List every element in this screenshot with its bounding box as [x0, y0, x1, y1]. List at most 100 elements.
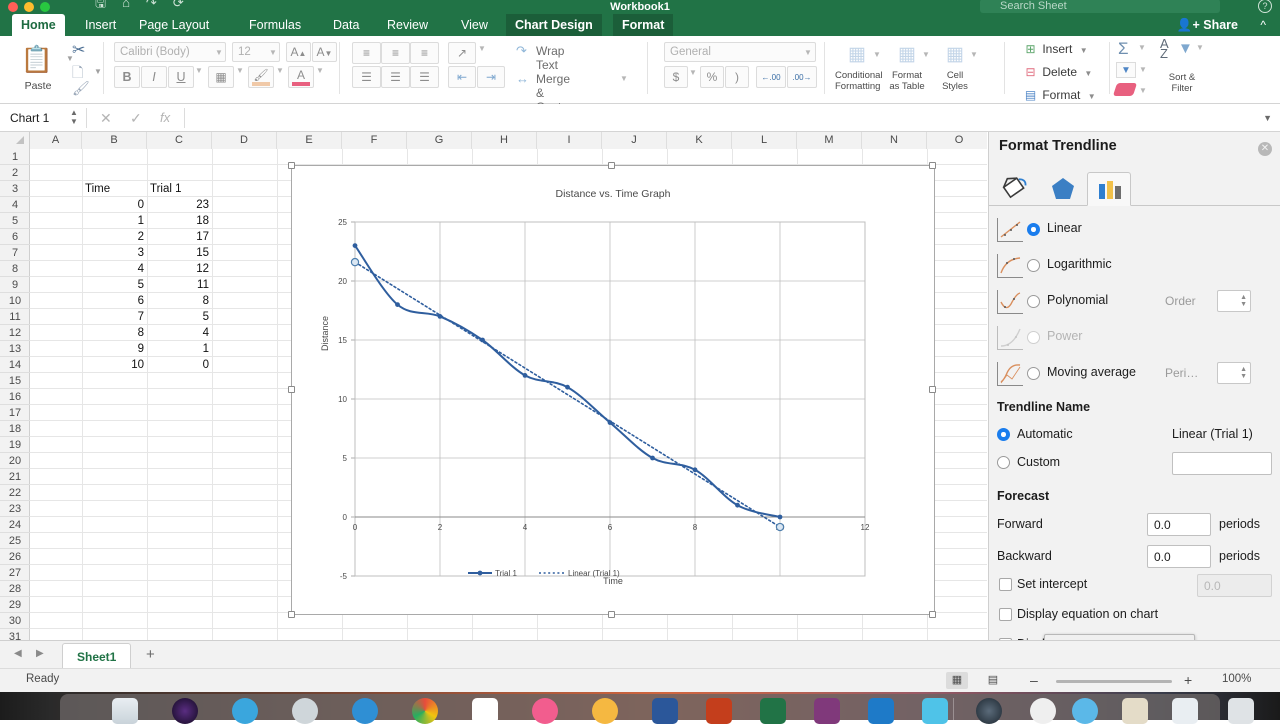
- cell-B9[interactable]: 5: [82, 277, 147, 293]
- dock-icon-compass[interactable]: [292, 698, 318, 724]
- forward-periods-input[interactable]: 0.0: [1147, 513, 1211, 536]
- trendline-selection-handle[interactable]: [351, 259, 358, 266]
- data-point-marker[interactable]: [778, 515, 783, 520]
- row-header-8[interactable]: 8: [0, 261, 30, 277]
- insert-cells-button[interactable]: ⊞ Insert ▼: [1022, 39, 1088, 59]
- resize-handle-ne[interactable]: [929, 162, 936, 169]
- row-header-11[interactable]: 11: [0, 309, 30, 325]
- borders-icon[interactable]: ▦: [208, 66, 234, 88]
- name-box-spinner[interactable]: ▲▼: [68, 108, 80, 126]
- check-icon[interactable]: ✓: [130, 108, 142, 128]
- row-header-30[interactable]: 30: [0, 613, 30, 629]
- radio-automatic-name[interactable]: [997, 428, 1010, 441]
- cell-B10[interactable]: 6: [82, 293, 147, 309]
- paintbrush-icon[interactable]: 🖌: [72, 80, 90, 97]
- currency-format-button[interactable]: $: [664, 66, 688, 88]
- close-icon[interactable]: ✕: [100, 108, 112, 128]
- resize-handle-nw[interactable]: [288, 162, 295, 169]
- cell-C8[interactable]: 12: [147, 261, 212, 277]
- dock-icon-powerpoint[interactable]: [706, 698, 732, 724]
- cell-B13[interactable]: 9: [82, 341, 147, 357]
- dock-icon-siri[interactable]: [172, 698, 198, 724]
- data-point-marker[interactable]: [565, 385, 570, 390]
- delete-cells-button[interactable]: ⊟ Delete ▼: [1022, 62, 1092, 82]
- cell-B4[interactable]: 0: [82, 197, 147, 213]
- panel-tab-fill-line[interactable]: [995, 172, 1039, 206]
- underline-caret[interactable]: ▼: [195, 66, 203, 75]
- column-header-I[interactable]: I: [537, 132, 602, 149]
- chevron-down-icon[interactable]: ▼: [1240, 373, 1247, 380]
- decrease-font-size-button[interactable]: A▼: [312, 42, 337, 62]
- dock-icon-finder[interactable]: [112, 698, 138, 724]
- increase-font-size-button[interactable]: A▲: [286, 42, 311, 62]
- dock-icon-itunes[interactable]: [532, 698, 558, 724]
- column-header-K[interactable]: K: [667, 132, 732, 149]
- cell-B6[interactable]: 2: [82, 229, 147, 245]
- name-box[interactable]: Chart 1: [6, 108, 68, 128]
- cell-B7[interactable]: 3: [82, 245, 147, 261]
- scissors-icon[interactable]: ✂: [72, 40, 85, 60]
- column-header-E[interactable]: E: [277, 132, 342, 149]
- number-format-select[interactable]: General: [664, 42, 816, 62]
- row-header-20[interactable]: 20: [0, 453, 30, 469]
- resize-handle-n[interactable]: [608, 162, 615, 169]
- resize-handle-e[interactable]: [929, 386, 936, 393]
- row-header-25[interactable]: 25: [0, 533, 30, 549]
- font-name-caret[interactable]: ▼: [215, 48, 223, 57]
- row-header-18[interactable]: 18: [0, 421, 30, 437]
- cell-C9[interactable]: 11: [147, 277, 212, 293]
- cell-C6[interactable]: 17: [147, 229, 212, 245]
- trendline-selection-handle[interactable]: [776, 523, 783, 530]
- row-header-13[interactable]: 13: [0, 341, 30, 357]
- resize-handle-sw[interactable]: [288, 611, 295, 618]
- column-header-C[interactable]: C: [147, 132, 212, 149]
- cell-C3[interactable]: Trial 1: [147, 181, 212, 197]
- row-header-31[interactable]: 31: [0, 629, 30, 640]
- column-header-N[interactable]: N: [862, 132, 927, 149]
- bold-button[interactable]: B: [114, 66, 140, 88]
- resize-handle-s[interactable]: [608, 611, 615, 618]
- delete-cells-caret[interactable]: ▼: [1084, 69, 1092, 78]
- format-cells-button[interactable]: ▤ Format ▼: [1022, 85, 1096, 105]
- zoom-out-button[interactable]: –: [1030, 672, 1038, 688]
- trendline-type-linear-row[interactable]: Linear: [989, 212, 1280, 248]
- column-header-O[interactable]: O: [927, 132, 987, 149]
- row-header-16[interactable]: 16: [0, 389, 30, 405]
- dock-icon-system-preferences[interactable]: [1030, 698, 1056, 724]
- borders-caret[interactable]: ▼: [236, 66, 244, 75]
- dock-icon-chrome[interactable]: [412, 698, 438, 724]
- backward-periods-input[interactable]: 0.0: [1147, 545, 1211, 568]
- share-button[interactable]: 👤+ Share: [1177, 14, 1238, 36]
- chevron-up-icon[interactable]: ▲: [1240, 294, 1247, 301]
- zoom-in-button[interactable]: +: [1184, 672, 1192, 688]
- triangle-left-icon[interactable]: ◀: [14, 648, 22, 659]
- cell-B5[interactable]: 1: [82, 213, 147, 229]
- underline-button[interactable]: U: [168, 66, 194, 88]
- row-header-27[interactable]: 27: [0, 565, 30, 581]
- tab-home[interactable]: Home: [12, 14, 65, 36]
- column-header-B[interactable]: B: [82, 132, 147, 149]
- radio-custom-name[interactable]: [997, 456, 1010, 469]
- dock-icon-text-editor[interactable]: [922, 698, 948, 724]
- cell-C10[interactable]: 8: [147, 293, 212, 309]
- dock-icon-safari[interactable]: [352, 698, 378, 724]
- legend-entry-linear-trial1[interactable]: Linear (Trial 1): [568, 569, 620, 578]
- row-header-15[interactable]: 15: [0, 373, 30, 389]
- cell-B11[interactable]: 7: [82, 309, 147, 325]
- indent-increase-icon[interactable]: ⇥: [477, 66, 505, 88]
- checkbox-set-intercept[interactable]: [999, 578, 1012, 591]
- dock-icon-network[interactable]: [1072, 698, 1098, 724]
- trendline-type-polynomial-row[interactable]: Polynomial Order ▲ ▼: [989, 284, 1280, 320]
- clear-caret[interactable]: ▼: [1139, 86, 1147, 95]
- fill-down-icon[interactable]: ▼: [1116, 62, 1136, 78]
- align-middle-button[interactable]: ≡: [381, 42, 410, 64]
- fill-color-caret[interactable]: ▼: [276, 66, 284, 75]
- resize-handle-w[interactable]: [288, 386, 295, 393]
- data-point-marker[interactable]: [523, 373, 528, 378]
- cell-C4[interactable]: 23: [147, 197, 212, 213]
- trendline-type-logarithmic-row[interactable]: Logarithmic: [989, 248, 1280, 284]
- tab-insert[interactable]: Insert: [76, 14, 125, 36]
- clipboard-icon[interactable]: 📋: [20, 42, 54, 76]
- legend-entry-trial1[interactable]: Trial 1: [495, 569, 517, 578]
- dock-icon-word[interactable]: [652, 698, 678, 724]
